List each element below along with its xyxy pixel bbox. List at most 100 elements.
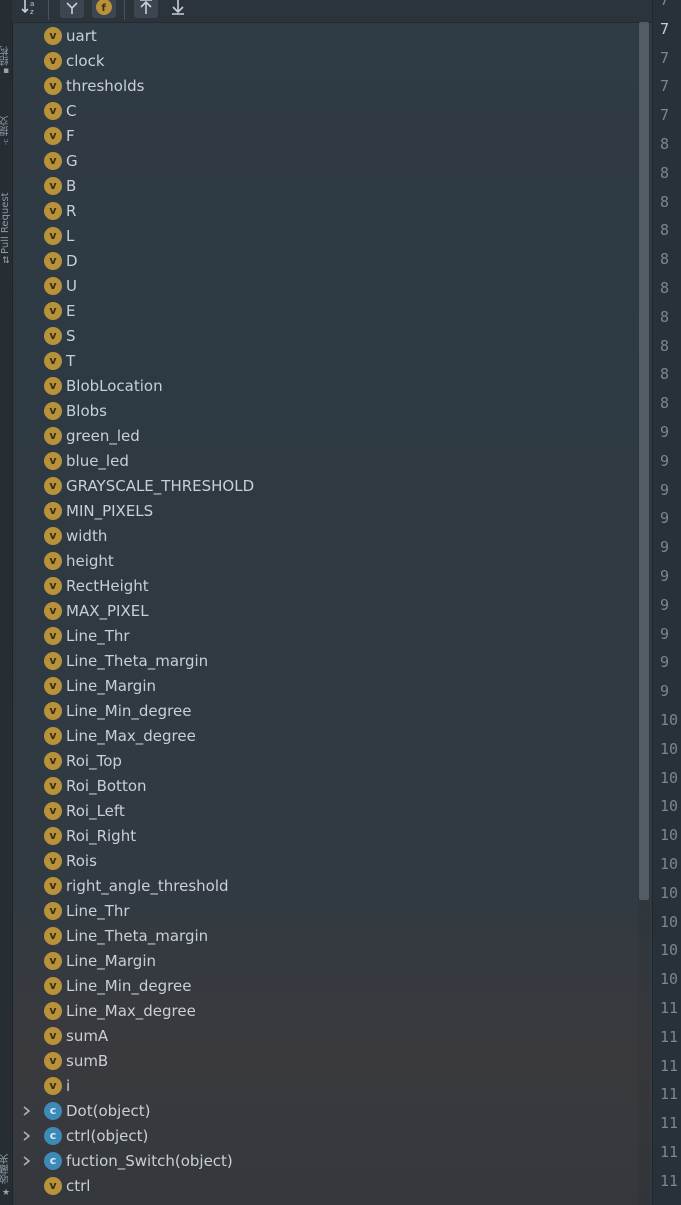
sort-alpha-button[interactable]: a z (18, 0, 42, 18)
tree-variable-item[interactable]: v Line_Theta_margin (12, 923, 638, 948)
tree-item-label: ctrl(object) (66, 1126, 149, 1145)
tree-variable-item[interactable]: v uart (12, 23, 638, 48)
tree-variable-item[interactable]: v height (12, 548, 638, 573)
tree-variable-item[interactable]: v sumA (12, 1023, 638, 1048)
tree-variable-item[interactable]: vR (12, 198, 638, 223)
tree-variable-item[interactable]: v Line_Max_degree (12, 998, 638, 1023)
expand-all-button[interactable] (134, 0, 158, 18)
chevron-right-icon[interactable] (20, 1123, 32, 1148)
tree-variable-item[interactable]: vG (12, 148, 638, 173)
line-number: 9 (660, 624, 670, 643)
structure-icon: ▪ (2, 66, 10, 76)
line-number: 10 (660, 797, 679, 816)
tree-variable-item[interactable]: v Line_Margin (12, 948, 638, 973)
tree-variable-item[interactable]: vT (12, 348, 638, 373)
variable-icon: v (44, 376, 62, 395)
tree-variable-item[interactable]: vi (12, 1073, 638, 1098)
variable-icon: v (44, 826, 62, 845)
tree-variable-item[interactable]: v Roi_Top (12, 748, 638, 773)
line-number: 11 (660, 1027, 679, 1046)
tree-variable-item[interactable]: v MIN_PIXELS (12, 498, 638, 523)
tree-variable-item[interactable]: vB (12, 173, 638, 198)
tree-variable-item[interactable]: v width (12, 523, 638, 548)
tree-variable-item[interactable]: v clock (12, 48, 638, 73)
tree-variable-item[interactable]: vU (12, 273, 638, 298)
tree-item-label: Roi_Right (66, 826, 137, 845)
tree-variable-item[interactable]: v Line_Min_degree (12, 973, 638, 998)
tree-variable-item[interactable]: vF (12, 123, 638, 148)
tree-variable-item[interactable]: v GRAYSCALE_THRESHOLD (12, 473, 638, 498)
tree-variable-item[interactable]: vC (12, 98, 638, 123)
line-number: 11 (660, 1085, 679, 1104)
collapse-all-icon (172, 0, 184, 15)
tree-item-label: B (66, 176, 77, 195)
line-number: 9 (660, 595, 670, 614)
tree-item-label: D (66, 251, 78, 270)
tree-variable-item[interactable]: v right_angle_threshold (12, 873, 638, 898)
variable-icon: v (44, 351, 62, 370)
tree-variable-item[interactable]: v Line_Thr (12, 898, 638, 923)
line-number: 9 (660, 480, 670, 499)
tree-variable-item[interactable]: v Line_Theta_margin (12, 648, 638, 673)
tab-pull-request[interactable]: Pull Request (0, 168, 12, 254)
show-fields-button[interactable]: f (92, 0, 116, 18)
tree-variable-item[interactable]: v blue_led (12, 448, 638, 473)
tree-variable-item[interactable]: vD (12, 248, 638, 273)
line-number: 9 (660, 451, 670, 470)
tree-variable-item[interactable]: v Roi_Botton (12, 773, 638, 798)
variable-icon: v (44, 626, 62, 645)
line-number: 7 (660, 77, 670, 96)
line-number: 8 (660, 279, 670, 297)
tree-variable-item[interactable]: v Rois (12, 848, 638, 873)
tree-variable-item[interactable]: v MAX_PIXEL (12, 598, 638, 623)
tree-variable-item[interactable]: v Line_Thr (12, 623, 638, 648)
tab-commit[interactable]: 提交 (0, 102, 12, 136)
chevron-right-icon[interactable] (20, 1148, 32, 1173)
tab-favorites[interactable]: 收藏夹 (0, 1140, 12, 1184)
tree-variable-item[interactable]: v sumB (12, 1048, 638, 1073)
filter-button[interactable] (60, 0, 84, 18)
tree-variable-item[interactable]: v Line_Margin (12, 673, 638, 698)
tree-item-label: T (66, 351, 76, 370)
variable-icon: v (44, 601, 62, 620)
variable-icon: v (44, 876, 62, 895)
tree-variable-item[interactable]: v RectHeight (12, 573, 638, 598)
tree-variable-item[interactable]: v Roi_Right (12, 823, 638, 848)
tree-item-label: L (66, 226, 75, 245)
tree-item-label: Roi_Botton (66, 776, 147, 795)
tree-variable-item[interactable]: v Blobs (12, 398, 638, 423)
collapse-all-button[interactable] (166, 0, 190, 18)
tree-variable-item[interactable]: vL (12, 223, 638, 248)
chevron-right-icon[interactable] (20, 1098, 32, 1123)
tree-variable-item[interactable]: v thresholds (12, 73, 638, 98)
variable-icon: v (44, 26, 62, 45)
tree-variable-item[interactable]: v Roi_Left (12, 798, 638, 823)
tree-variable-item[interactable]: v ctrl (12, 1173, 638, 1198)
variable-icon: v (44, 151, 62, 170)
tree-class-item[interactable]: c ctrl(object) (12, 1123, 638, 1148)
tree-item-label: Line_Max_degree (66, 1001, 196, 1020)
tree-class-item[interactable]: c Dot(object) (12, 1098, 638, 1123)
svg-text:f: f (102, 3, 107, 14)
tree-item-label: blue_led (66, 451, 129, 470)
filter-icon (66, 2, 78, 14)
variable-icon: v (44, 126, 62, 145)
variable-icon: v (44, 201, 62, 220)
variable-icon: v (44, 226, 62, 245)
tree-variable-item[interactable]: v Line_Min_degree (12, 698, 638, 723)
scrollbar-thumb[interactable] (639, 22, 649, 900)
tree-item-label: green_led (66, 426, 140, 445)
tree-variable-item[interactable]: vS (12, 323, 638, 348)
tree-item-label: i (66, 1076, 71, 1095)
tab-structure[interactable]: 结构 (0, 30, 12, 66)
tree-item-label: RectHeight (66, 576, 149, 595)
tree-variable-item[interactable]: vE (12, 298, 638, 323)
pull-request-icon: ⇅ (2, 256, 10, 266)
tree-class-item[interactable]: c fuction_Switch(object) (12, 1148, 638, 1173)
tree-variable-item[interactable]: v green_led (12, 423, 638, 448)
structure-toolbar: a z f (12, 0, 652, 23)
variable-icon: v (44, 401, 62, 420)
tree-variable-item[interactable]: v BlobLocation (12, 373, 638, 398)
structure-tree: v uart v clock v thresholds v Cv Fv Gv Bv Rv Lv Dv Uv E… (12, 22, 638, 1205)
tree-variable-item[interactable]: v Line_Max_degree (12, 723, 638, 748)
